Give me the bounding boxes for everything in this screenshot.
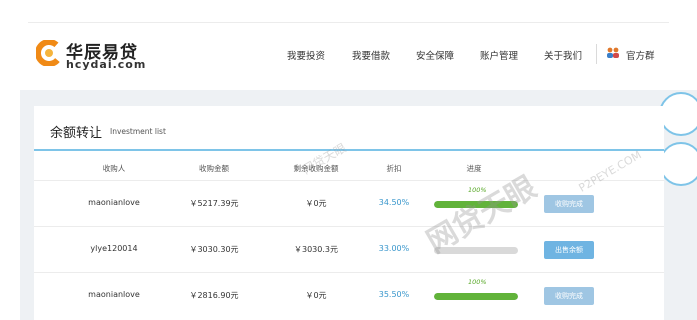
brand-c-icon xyxy=(36,40,62,66)
nav-invest[interactable]: 我要投资 xyxy=(287,48,325,62)
table-row: maonianlove ￥5217.39元 ￥0元 34.50% 100% 收购… xyxy=(34,181,664,227)
buyer-cell: maonianlove xyxy=(88,198,140,207)
nav-about[interactable]: 关于我们 xyxy=(544,48,582,62)
buyer-cell: maonianlove xyxy=(88,290,140,299)
progress-percent: 100% xyxy=(468,278,487,286)
logo[interactable]: 华辰易贷 hcydai.com xyxy=(36,36,146,76)
sell-balance-button[interactable]: 出售余额 xyxy=(544,241,602,259)
amount-cell: ￥3030.30元 xyxy=(189,245,239,254)
header-divider xyxy=(28,22,669,23)
title-underline xyxy=(34,149,664,151)
col-remaining: 剩余收购金额 xyxy=(293,164,339,173)
discount-cell: 33.00% xyxy=(378,244,410,253)
progress-fill xyxy=(434,293,518,300)
discount-cell: 35.50% xyxy=(378,290,410,299)
remaining-cell: ￥3030.3元 xyxy=(294,245,338,254)
nav-account[interactable]: 账户管理 xyxy=(480,48,518,62)
col-progress: 进度 xyxy=(466,164,482,173)
remaining-cell: ￥0元 xyxy=(305,291,327,300)
progress-bar xyxy=(434,201,518,208)
progress-fill xyxy=(434,201,518,208)
progress-bar xyxy=(434,247,518,254)
col-buyer: 收购人 xyxy=(102,164,126,173)
nav-separator xyxy=(596,44,597,64)
transfer-panel: 余额转让 Investment list 收购人 收购金额 剩余收购金额 折扣 … xyxy=(34,106,664,320)
remaining-cell: ￥0元 xyxy=(305,199,327,208)
table-row: maonianlove ￥2816.90元 ￥0元 35.50% 100% 收购… xyxy=(34,273,664,319)
progress-bar xyxy=(434,293,518,300)
col-discount: 折扣 xyxy=(386,164,402,173)
progress-percent: 100% xyxy=(468,186,487,194)
acquired-button[interactable]: 收购完成 xyxy=(544,195,602,213)
nav-borrow[interactable]: 我要借款 xyxy=(352,48,390,62)
nav-official-group[interactable]: 官方群 xyxy=(626,48,655,62)
side-float-button[interactable] xyxy=(659,92,697,136)
panel-title: 余额转让 xyxy=(50,126,103,141)
col-amount: 收购金额 xyxy=(199,164,229,173)
amount-cell: ￥5217.39元 xyxy=(189,199,239,208)
people-icon xyxy=(607,47,619,58)
discount-cell: 34.50% xyxy=(378,198,410,207)
panel-subtitle: Investment list xyxy=(110,127,166,136)
nav-security[interactable]: 安全保障 xyxy=(416,48,454,62)
amount-cell: ￥2816.90元 xyxy=(189,291,239,300)
brand-domain: hcydai.com xyxy=(66,58,147,71)
table-row: ylye120014 ￥3030.30元 ￥3030.3元 33.00% 出售余… xyxy=(34,227,664,273)
side-float-button[interactable] xyxy=(659,142,697,186)
acquired-button[interactable]: 收购完成 xyxy=(544,287,602,305)
buyer-cell: ylye120014 xyxy=(90,244,138,253)
